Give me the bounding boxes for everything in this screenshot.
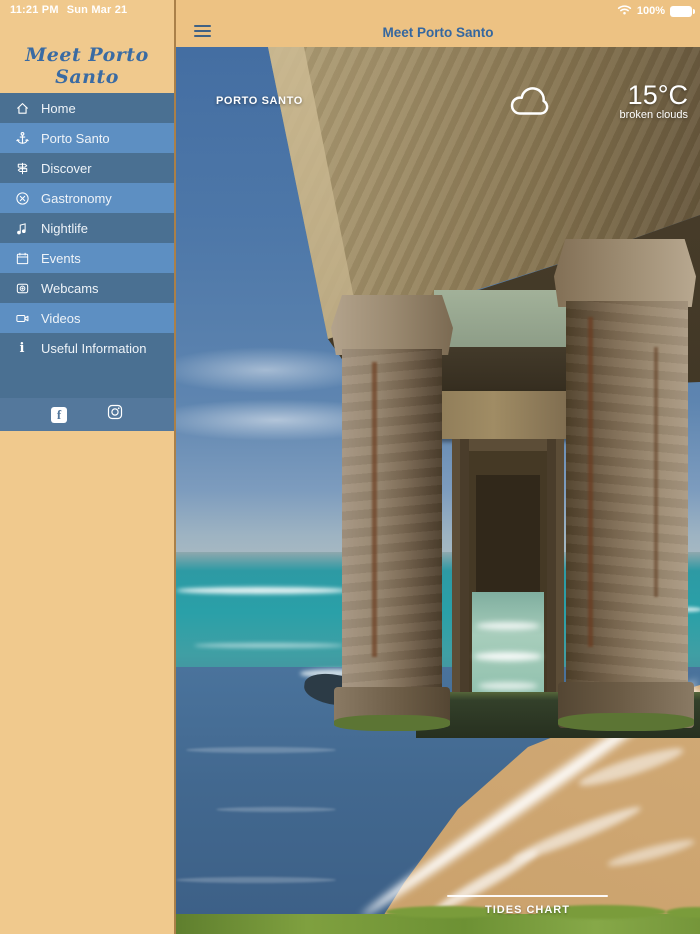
rust-streak <box>588 317 593 647</box>
sidebar-item-webcams[interactable]: Webcams <box>0 273 174 303</box>
weather-block: 15°C broken clouds <box>620 81 689 121</box>
temperature-value: 15°C <box>627 80 688 110</box>
social-bar: f <box>0 398 174 431</box>
pillar-algae <box>558 713 694 731</box>
facebook-icon[interactable]: f <box>51 406 67 423</box>
sidebar-item-porto-santo[interactable]: Porto Santo <box>0 123 174 153</box>
status-time: 11:21 PM <box>10 4 59 16</box>
tunnel-foam <box>474 652 542 661</box>
sidebar-item-gastronomy[interactable]: Gastronomy <box>0 183 174 213</box>
page-title: Meet Porto Santo <box>382 25 494 40</box>
pier-crossbeam <box>426 391 576 439</box>
info-icon: i <box>19 340 25 356</box>
sidebar-item-useful-information[interactable]: i Useful Information <box>0 333 174 363</box>
pillar-algae <box>334 715 450 731</box>
main-area: Meet Porto Santo PORTO SANTO 15°C broken… <box>176 0 700 934</box>
sidebar-item-label: Useful Information <box>41 340 147 356</box>
water-streak <box>176 877 336 883</box>
sidebar-menu: Home Porto Santo Discover Gastronomy Nig <box>0 93 174 431</box>
tunnel-foam <box>476 622 540 630</box>
status-date: Sun Mar 21 <box>66 4 128 16</box>
calendar-icon <box>13 250 31 266</box>
pier-beam <box>432 347 572 393</box>
sidebar-item-label: Discover <box>41 160 92 176</box>
battery-percent: 100% <box>636 5 665 17</box>
water-streak <box>216 807 336 812</box>
sidebar-item-events[interactable]: Events <box>0 243 174 273</box>
sidebar-item-label: Events <box>41 250 81 266</box>
pier-underside <box>434 290 570 350</box>
sidebar-item-videos[interactable]: Videos <box>0 303 174 333</box>
signpost-icon <box>13 160 31 176</box>
rust-streak <box>654 347 658 597</box>
water-streak <box>186 747 336 753</box>
sidebar-item-nightlife[interactable]: Nightlife <box>0 213 174 243</box>
sidebar-item-label: Videos <box>41 310 81 326</box>
status-bar-left: 11:21 PM Sun Mar 21 <box>10 4 127 16</box>
menu-footer-spacer <box>0 363 174 398</box>
anchor-icon <box>13 130 31 146</box>
tides-chart-label: TIDES CHART <box>485 904 570 916</box>
rust-streak <box>372 362 377 657</box>
tides-divider-line <box>447 895 608 897</box>
wave-crest <box>194 643 344 648</box>
pillar-capital <box>331 295 453 355</box>
tides-chart-button[interactable]: TIDES CHART <box>447 895 608 916</box>
location-label: PORTO SANTO <box>216 95 303 107</box>
app-logo: Meet Porto Santo <box>25 44 149 88</box>
sidebar: Meet Porto Santo Home Porto Santo Discov… <box>0 0 176 934</box>
cloud-icon <box>506 83 552 121</box>
status-bar-right: 100% <box>617 4 695 18</box>
video-camera-icon <box>13 310 31 326</box>
pillar <box>566 301 688 705</box>
wifi-icon <box>617 4 632 18</box>
tunnel-foam <box>478 682 538 690</box>
pillar <box>342 349 442 705</box>
sidebar-item-label: Porto Santo <box>41 130 110 146</box>
wave-crest <box>176 587 348 594</box>
sidebar-item-label: Gastronomy <box>41 190 112 206</box>
pier-beach-photo: PORTO SANTO 15°C broken clouds TIDES CHA… <box>176 47 700 934</box>
sidebar-item-label: Webcams <box>41 280 99 296</box>
sidebar-item-label: Nightlife <box>41 220 88 236</box>
pier-post <box>460 439 469 701</box>
music-notes-icon <box>13 220 31 236</box>
home-icon <box>13 100 31 116</box>
webcam-icon <box>13 280 31 296</box>
pillar-capital <box>554 239 696 307</box>
weather-conditions: broken clouds <box>619 109 689 121</box>
sidebar-item-discover[interactable]: Discover <box>0 153 174 183</box>
pier-post <box>547 439 556 701</box>
instagram-icon[interactable] <box>107 404 123 425</box>
sidebar-item-home[interactable]: Home <box>0 93 174 123</box>
restaurant-icon <box>13 190 31 206</box>
battery-icon <box>670 5 695 17</box>
sidebar-item-label: Home <box>41 100 76 116</box>
